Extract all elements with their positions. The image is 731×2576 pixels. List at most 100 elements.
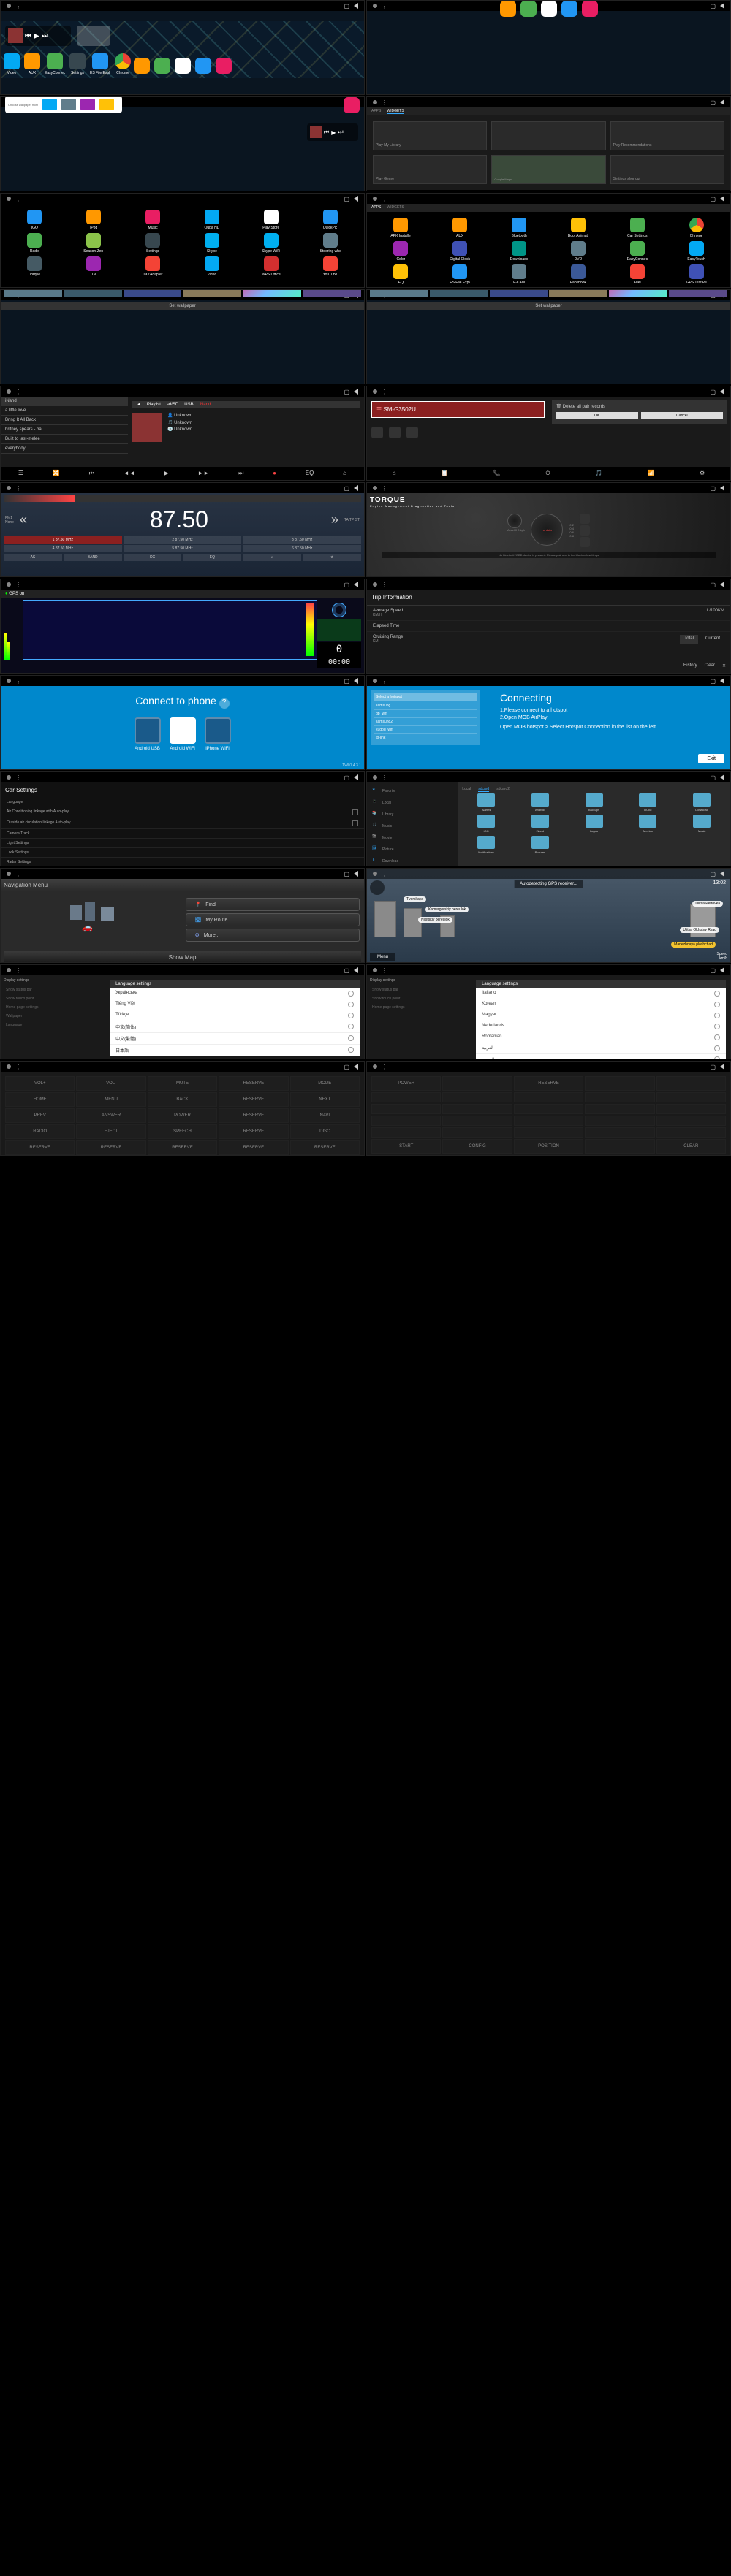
key-button[interactable] [514, 1092, 583, 1102]
music-widget[interactable]: ⏮▶⏭ [307, 123, 358, 141]
key-button[interactable] [442, 1092, 512, 1102]
seek-up[interactable]: » [331, 512, 338, 527]
txz-app[interactable]: TXZAdapter [125, 256, 181, 277]
radio-app[interactable]: Radio [7, 233, 63, 254]
key-button[interactable]: RESERVE [290, 1140, 360, 1155]
wps-app[interactable]: WPS Office [243, 256, 299, 277]
key-button[interactable] [371, 1127, 441, 1138]
plugin-icon[interactable] [580, 514, 590, 524]
contacts-icon[interactable]: 📋 [441, 470, 448, 477]
prev-icon[interactable]: ⏮ [89, 470, 94, 477]
set-wallpaper-button[interactable]: Set wallpaper [367, 302, 730, 310]
dock-play[interactable] [561, 1, 577, 17]
dock-apps[interactable] [175, 58, 191, 74]
wallpaper-thumb[interactable] [370, 289, 428, 297]
tab-total[interactable]: Total [680, 635, 698, 644]
folder[interactable]: Notifications [461, 836, 512, 854]
folder[interactable]: Movies [623, 815, 674, 833]
key-button[interactable]: VOL- [76, 1076, 145, 1091]
key-button[interactable] [442, 1076, 512, 1091]
menu-icon[interactable] [7, 4, 11, 8]
home-icon[interactable]: ⌂ [343, 470, 346, 477]
folder[interactable]: backups [569, 793, 620, 812]
settings-icon[interactable]: ⚙ [700, 470, 705, 477]
tab-sdcard2[interactable]: sdcard2 [496, 787, 510, 792]
as-button[interactable]: AS [4, 554, 62, 561]
history-icon[interactable]: ⏱ [545, 470, 550, 477]
language-option[interactable]: ภาษาไทย [476, 1054, 726, 1059]
wallpaper-thumb[interactable] [549, 289, 607, 297]
easyconnected-app[interactable]: EasyConnected [609, 241, 665, 262]
key-button[interactable]: POWER [371, 1076, 441, 1091]
key-button[interactable] [371, 1092, 441, 1102]
ipod-app[interactable]: iPod [66, 210, 122, 230]
es-file-app[interactable]: ES File Explorer [90, 53, 110, 75]
back-icon[interactable] [354, 3, 358, 9]
key-button[interactable]: RESERVE [514, 1076, 583, 1091]
key-button[interactable]: CONFIG [442, 1139, 512, 1154]
music-icon[interactable]: 🎵 [595, 470, 602, 477]
clock-widget[interactable] [77, 26, 110, 46]
tab-sdcard[interactable]: sdcard [478, 787, 489, 792]
sidebar-item[interactable]: Home page settings [4, 1003, 107, 1012]
easytouch-app[interactable]: EasyTouch [668, 241, 724, 262]
eq-button[interactable]: EQ [306, 470, 314, 477]
sidebar-movie[interactable]: 🎬Movie [370, 832, 455, 844]
torque-app[interactable]: Torque [7, 256, 63, 277]
language-option[interactable]: Romanian [476, 1032, 726, 1043]
key-button[interactable]: RESERVE [219, 1092, 288, 1107]
key-button[interactable] [442, 1127, 512, 1138]
shuffle-icon[interactable]: 🔀 [53, 470, 60, 477]
key-button[interactable]: NEXT [290, 1092, 360, 1107]
next-icon[interactable]: ⏭ [42, 32, 48, 40]
play-icon[interactable]: ▶ [164, 470, 168, 477]
refresh-icon[interactable] [371, 427, 383, 438]
folder[interactable]: kugou [569, 815, 620, 833]
wallpaper-thumb[interactable] [609, 289, 667, 297]
key-button[interactable] [585, 1104, 654, 1114]
iphone-wifi-option[interactable]: iPhone WiFi [205, 717, 231, 751]
key-button[interactable]: RESERVE [219, 1076, 288, 1091]
playlist-item[interactable]: a little love [1, 406, 128, 416]
key-button[interactable] [371, 1104, 441, 1114]
downloads-app[interactable]: Downloads [491, 241, 548, 262]
exit-button[interactable]: Exit [698, 754, 724, 763]
key-button[interactable]: ANSWER [76, 1108, 145, 1123]
boot-app[interactable]: Boot Animation [550, 218, 607, 238]
hotspot-item[interactable]: dp_wifi [374, 710, 477, 718]
easyconnected-app[interactable]: EasyConnected [45, 53, 65, 75]
language-option[interactable]: Magyar [476, 1010, 726, 1021]
tab-usb[interactable]: USB [184, 403, 193, 407]
close-icon[interactable]: ✕ [722, 663, 726, 668]
key-button[interactable] [442, 1104, 512, 1114]
folder[interactable]: iGO [461, 815, 512, 833]
dock-music[interactable] [216, 58, 232, 74]
key-button[interactable]: POSITION [514, 1139, 583, 1154]
tab-inand[interactable]: iNand [200, 403, 211, 407]
skype-app[interactable]: Skype [184, 233, 240, 254]
find-button[interactable]: 📍Find [186, 898, 360, 911]
tab-widgets[interactable]: WIDGETS [387, 109, 404, 114]
preset-2[interactable]: 2 87.50 MHz [124, 536, 242, 544]
home-icon[interactable]: ⌂ [243, 554, 301, 561]
wallpaper-thumb[interactable] [183, 289, 241, 297]
gauge-main[interactable]: no data [531, 514, 563, 546]
folder[interactable]: Pictures [515, 836, 566, 854]
key-button[interactable] [514, 1104, 583, 1114]
language-option[interactable]: Türkçe [110, 1010, 360, 1021]
fuel-app[interactable]: Fuel [609, 264, 665, 285]
ok-button[interactable]: OK [556, 412, 638, 419]
language-option[interactable]: العربية [476, 1043, 726, 1054]
settings-item[interactable]: Air Conditioning linkage with Auto-play [1, 807, 364, 818]
sidebar-item[interactable]: Show status bar [4, 986, 107, 994]
dial-icon[interactable]: 📞 [493, 470, 501, 477]
quickpic-app[interactable]: QuickPic [302, 210, 358, 230]
key-button[interactable]: MENU [76, 1092, 145, 1107]
key-button[interactable]: MUTE [148, 1076, 217, 1091]
widget-tile[interactable]: Google Maps [491, 155, 605, 184]
seasonzen-app[interactable]: Season Zen HD [66, 233, 122, 254]
link-icon[interactable] [406, 427, 418, 438]
key-button[interactable]: RESERVE [5, 1140, 75, 1155]
dock-music[interactable] [582, 1, 598, 17]
key-button[interactable] [585, 1076, 654, 1091]
